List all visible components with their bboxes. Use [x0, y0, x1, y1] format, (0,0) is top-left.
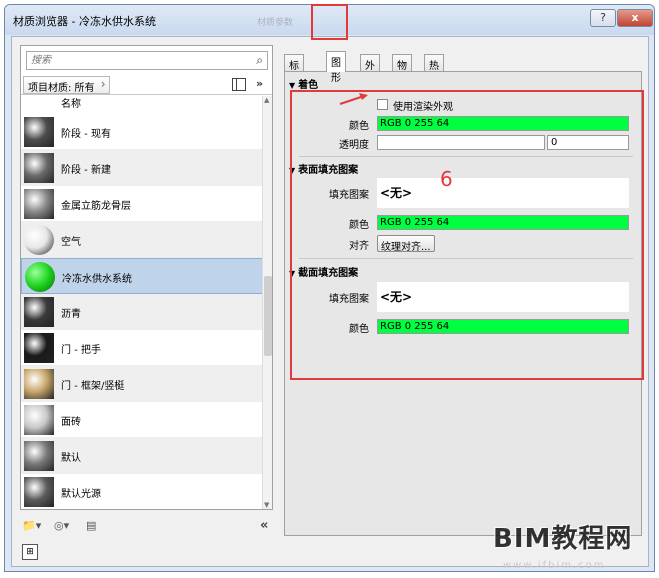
material-list-item[interactable]: 面砖: [21, 402, 264, 438]
cut-pattern-field[interactable]: <无>: [377, 282, 629, 312]
watermark-url: www.ifbim.com: [503, 560, 606, 571]
material-thumbnail: [24, 189, 54, 219]
project-materials-filter[interactable]: 项目材质: 所有: [23, 76, 110, 94]
tab-physical[interactable]: 物理: [392, 54, 412, 87]
expand-panel-icon[interactable]: »: [256, 77, 263, 90]
material-thumbnail: [24, 117, 54, 147]
surface-color-label: 颜色: [349, 220, 369, 231]
search-input[interactable]: [27, 52, 237, 69]
material-thumbnail: [24, 333, 54, 363]
dialog-body: ⌕ 项目材质: 所有 » 名称 阶段 - 现有阶段 - 新建金属立筋龙骨层空气冷…: [11, 36, 649, 567]
material-thumbnail: [25, 262, 55, 292]
cut-pattern-label: 填充图案: [329, 294, 369, 305]
cut-color-field[interactable]: RGB 0 255 64: [377, 319, 629, 334]
surface-pattern-section-header[interactable]: 表面填充图案: [289, 161, 358, 176]
material-browser-window: 材质浏览器 - 冷冻水供水系统 材质参数 ? x ⌕ 项目材质: 所有 » 名称…: [4, 4, 655, 572]
section-divider: [299, 156, 633, 157]
cut-color-label: 颜色: [349, 324, 369, 335]
material-list-item[interactable]: 冷冻水供水系统: [21, 258, 264, 294]
background-window-title: 材质参数: [257, 18, 294, 28]
scroll-up-icon[interactable]: ▲: [264, 96, 269, 104]
help-button[interactable]: ?: [590, 9, 616, 27]
material-thumbnail: [24, 405, 54, 435]
shading-color-field[interactable]: RGB 0 255 64: [377, 116, 629, 131]
new-material-icon[interactable]: 📁▾: [22, 519, 41, 532]
scrollbar-thumb[interactable]: [264, 276, 272, 356]
tab-graphics[interactable]: 图形: [326, 51, 346, 84]
material-name: 门 - 框架/竖梃: [61, 381, 125, 392]
scroll-down-icon[interactable]: ▼: [264, 501, 269, 509]
use-render-appearance-label: 使用渲染外观: [393, 102, 453, 113]
watermark: BIM教程网 www.ifbim.com: [493, 518, 657, 576]
material-name: 默认光源: [61, 489, 101, 500]
material-list: 阶段 - 现有 阶段 - 新建金属立筋龙骨层 空气冷冻水供水系统 沥青门 - 把手门 …: [21, 114, 264, 509]
material-list-item[interactable]: 金属立筋龙骨层: [21, 186, 264, 222]
surface-pattern-label: 填充图案: [329, 190, 369, 201]
transparency-input[interactable]: 0: [547, 135, 629, 150]
search-box[interactable]: ⌕: [26, 51, 268, 70]
material-name: 面砖: [61, 417, 81, 428]
material-list-item[interactable]: 沥青: [21, 294, 264, 330]
library-options-icon[interactable]: ◎▾: [54, 519, 69, 532]
material-thumbnail: [24, 477, 54, 507]
surface-pattern-field[interactable]: <无>: [377, 178, 629, 208]
material-settings-icon[interactable]: ⊞: [22, 544, 38, 560]
material-list-item[interactable]: 门 - 框架/竖梃: [21, 366, 264, 402]
list-toolbar: 📁▾ ◎▾ ▤ «: [20, 518, 273, 536]
material-thumbnail: [24, 153, 54, 183]
list-scrollbar[interactable]: ▲ ▼: [262, 96, 272, 509]
material-name: 沥青: [61, 309, 81, 320]
graphics-tab-highlight: [311, 4, 348, 40]
shading-color-label: 颜色: [349, 121, 369, 132]
window-title: 材质浏览器 - 冷冻水供水系统: [13, 15, 156, 28]
tab-thermal[interactable]: 热度: [424, 54, 444, 87]
material-name: 空气: [61, 237, 81, 248]
annotation-arrow-icon: [339, 93, 368, 105]
material-thumbnail: [24, 297, 54, 327]
tab-appearance[interactable]: 外观: [360, 54, 380, 87]
material-name: 冷冻水供水系统: [62, 274, 132, 285]
collapse-panel-icon[interactable]: «: [260, 518, 268, 533]
material-list-item[interactable]: 阶段 - 新建: [21, 150, 264, 186]
surface-align-label: 对齐: [349, 241, 369, 252]
transparency-label: 透明度: [339, 140, 369, 151]
asset-browser-icon[interactable]: ▤: [86, 519, 96, 532]
cut-pattern-section-header[interactable]: 截面填充图案: [289, 264, 358, 279]
material-list-item[interactable]: 门 - 把手: [21, 330, 264, 366]
material-list-item[interactable]: 空气: [21, 222, 264, 258]
tab-identity[interactable]: 标识: [284, 54, 304, 87]
material-list-panel: ⌕ 项目材质: 所有 » 名称 阶段 - 现有阶段 - 新建金属立筋龙骨层空气冷…: [20, 45, 273, 510]
transparency-slider[interactable]: [377, 135, 545, 150]
material-thumbnail: [24, 441, 54, 471]
material-thumbnail: [24, 225, 54, 255]
annotation-step-number: 6: [440, 167, 453, 191]
material-list-item[interactable]: 默认: [21, 438, 264, 474]
use-render-appearance-checkbox[interactable]: [377, 99, 388, 110]
material-name: 默认: [61, 453, 81, 464]
watermark-logo: BIM教程网: [493, 524, 633, 554]
close-button[interactable]: x: [617, 9, 653, 27]
search-icon[interactable]: ⌕: [256, 53, 263, 68]
material-name: 阶段 - 现有: [61, 129, 111, 140]
name-column-header[interactable]: 名称: [21, 96, 264, 114]
material-list-item[interactable]: 默认光源: [21, 474, 264, 509]
material-name: 金属立筋龙骨层: [61, 201, 131, 212]
material-name: 门 - 把手: [61, 345, 101, 356]
material-thumbnail: [24, 369, 54, 399]
graphics-properties-panel: 着色 使用渲染外观 颜色 RGB 0 255 64 透明度 0 表面填充图案 填…: [284, 71, 642, 536]
texture-align-button[interactable]: 纹理对齐...: [377, 235, 435, 253]
material-name: 阶段 - 新建: [61, 165, 111, 176]
filter-row: 项目材质: 所有 »: [21, 75, 272, 95]
toggle-library-panel-icon[interactable]: [232, 78, 246, 91]
material-list-item[interactable]: 阶段 - 现有: [21, 114, 264, 150]
shading-section-header[interactable]: 着色: [289, 76, 318, 91]
surface-color-field[interactable]: RGB 0 255 64: [377, 215, 629, 230]
section-divider: [299, 258, 633, 259]
